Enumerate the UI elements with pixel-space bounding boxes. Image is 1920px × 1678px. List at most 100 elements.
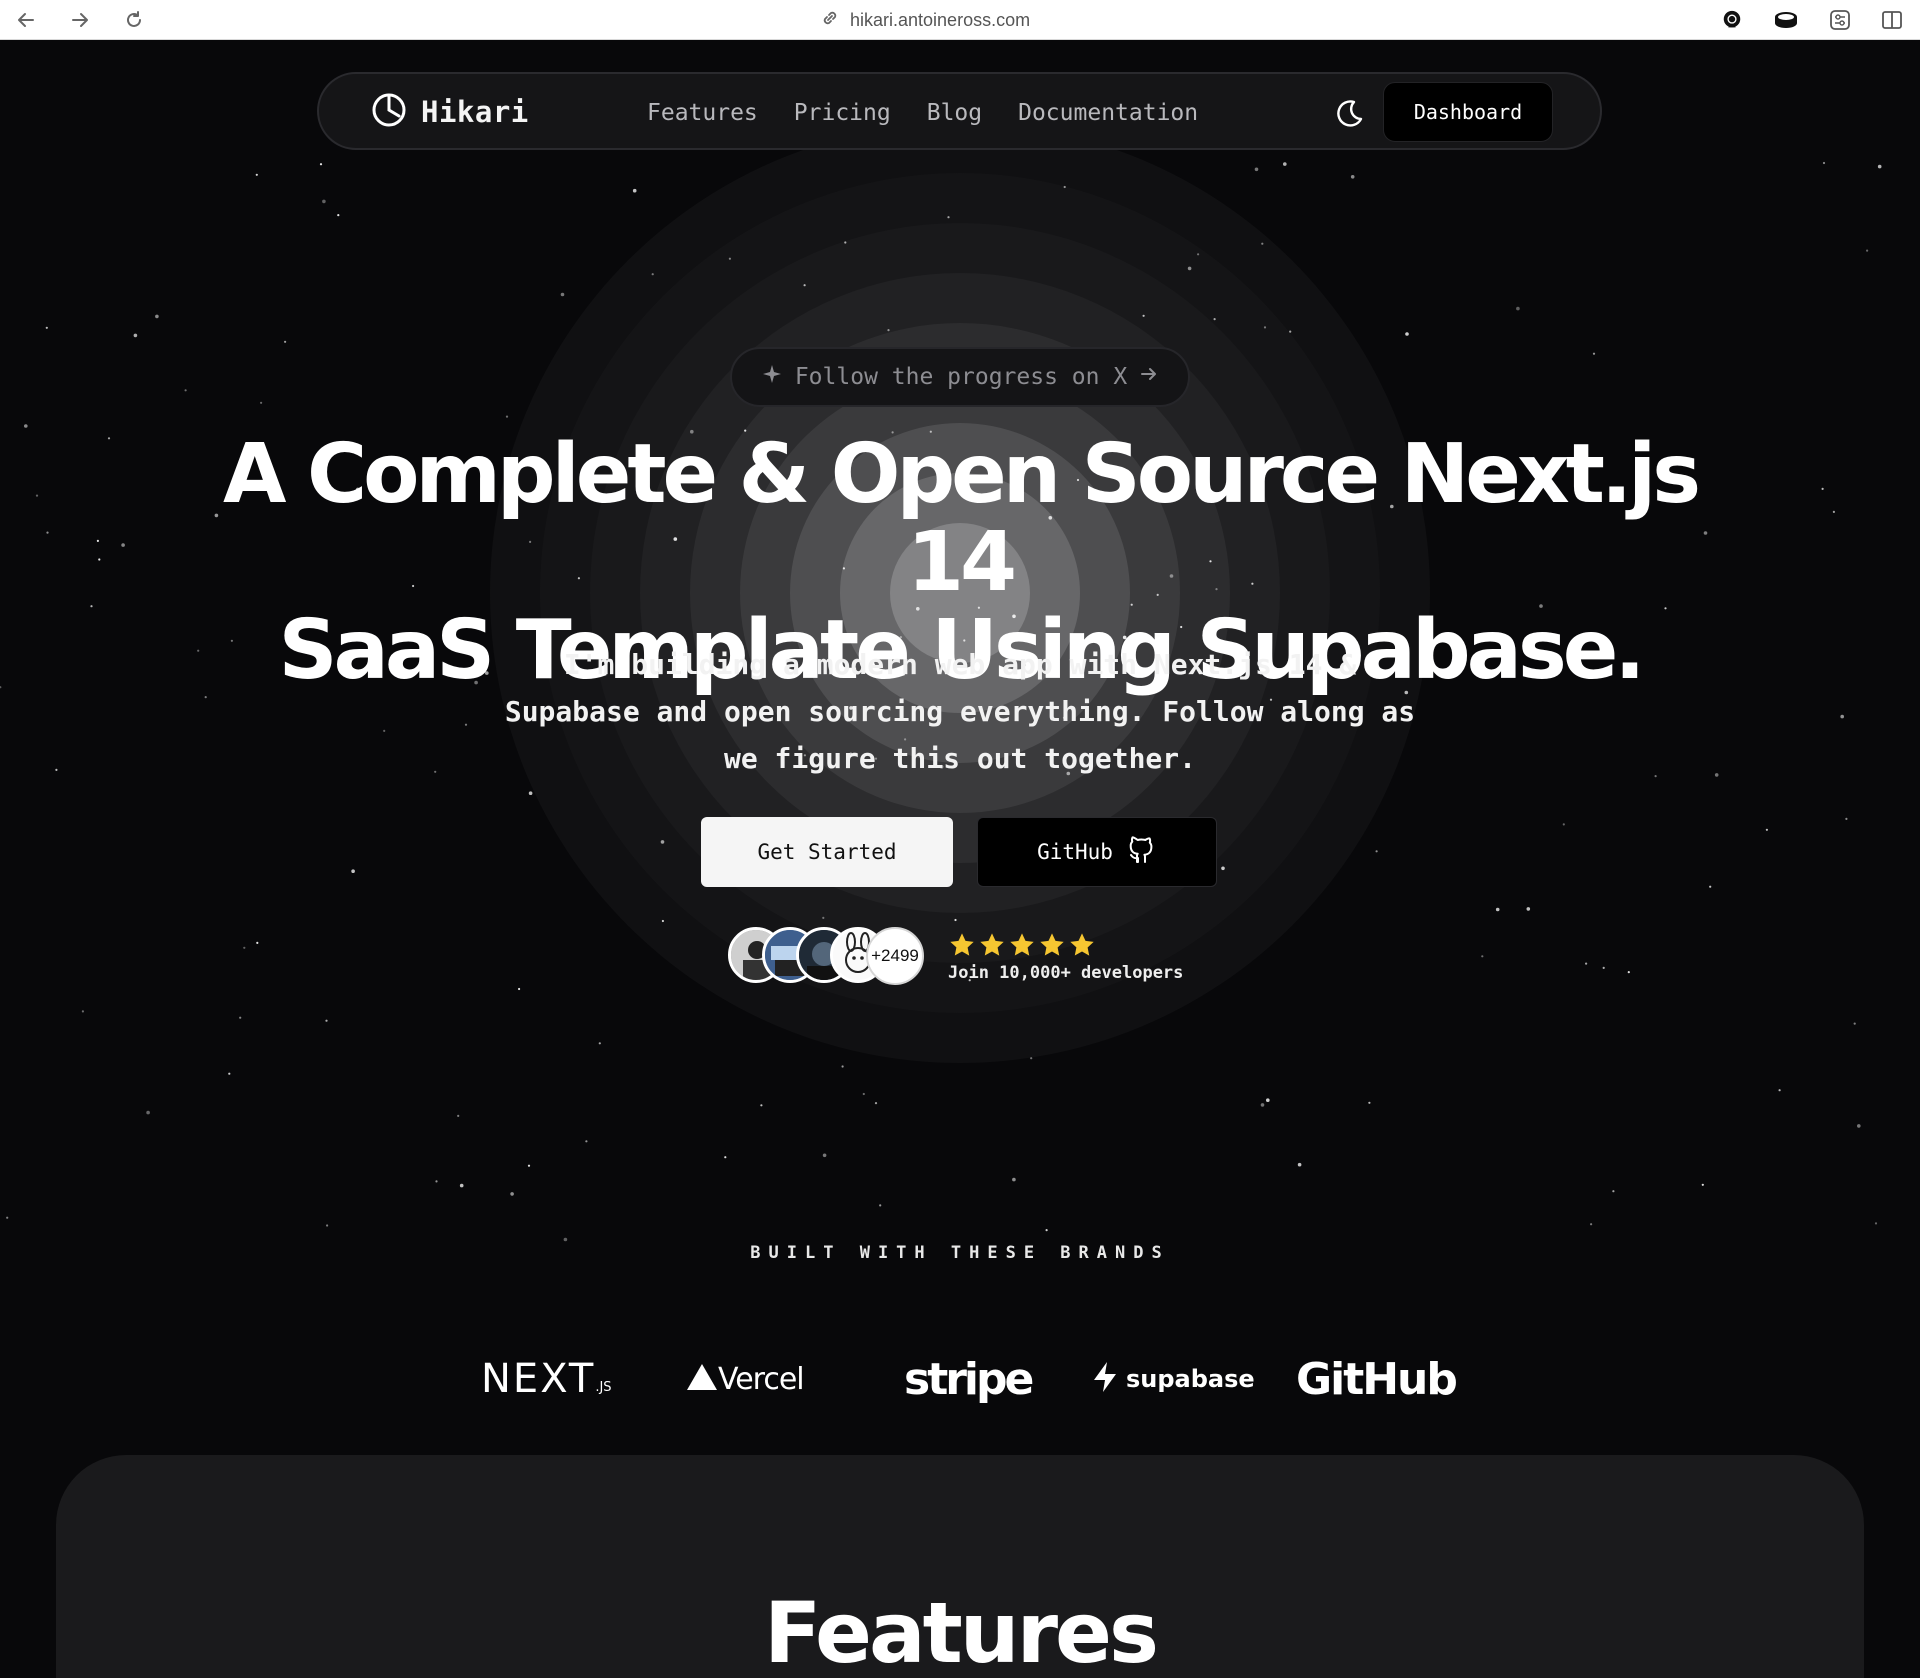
background-star bbox=[284, 340, 287, 343]
background-star bbox=[822, 916, 825, 920]
background-star bbox=[1142, 314, 1145, 317]
background-star bbox=[1297, 1162, 1302, 1167]
background-star bbox=[887, 329, 890, 332]
background-star bbox=[204, 696, 207, 699]
background-star bbox=[1526, 907, 1531, 911]
background-star bbox=[45, 326, 48, 329]
background-star bbox=[435, 1180, 438, 1183]
background-star bbox=[510, 1192, 514, 1196]
background-star bbox=[35, 494, 39, 497]
supabase-wordmark: supabase bbox=[1126, 1365, 1255, 1393]
background-star bbox=[1030, 1057, 1033, 1060]
background-star bbox=[1260, 1103, 1265, 1107]
background-star bbox=[954, 918, 957, 922]
back-icon[interactable] bbox=[10, 4, 42, 36]
forward-icon[interactable] bbox=[64, 4, 96, 36]
settings-extension-icon[interactable] bbox=[1824, 4, 1856, 36]
background-star bbox=[1254, 167, 1259, 172]
background-star bbox=[585, 1140, 588, 1143]
hero-title-line-1: A Complete & Open Source Next.js 14 bbox=[222, 427, 1701, 610]
background-star bbox=[457, 1114, 460, 1117]
developer-avatars: +2499 bbox=[728, 927, 928, 985]
brand-logo-link[interactable]: Hikari bbox=[371, 92, 529, 132]
background-star bbox=[1495, 907, 1500, 912]
background-star bbox=[325, 1019, 328, 1022]
background-star bbox=[1840, 714, 1844, 719]
reload-icon[interactable] bbox=[118, 4, 150, 36]
nextjs-logo: NEXT .JS bbox=[481, 1351, 612, 1407]
background-star bbox=[947, 216, 950, 219]
hero-subtitle-line-2: Supabase and open sourcing everything. F… bbox=[504, 695, 1416, 728]
background-star bbox=[1585, 962, 1588, 965]
background-star bbox=[1012, 1177, 1016, 1182]
background-star bbox=[1845, 817, 1848, 821]
background-star bbox=[528, 791, 533, 795]
background-star bbox=[1375, 850, 1378, 853]
background-star bbox=[1612, 1190, 1615, 1193]
nextjs-wordmark: NEXT bbox=[481, 1356, 596, 1402]
database-extension-icon[interactable] bbox=[1770, 4, 1802, 36]
background-star bbox=[322, 199, 326, 204]
background-star bbox=[133, 333, 138, 338]
background-star bbox=[598, 1042, 601, 1045]
nav-link-documentation[interactable]: Documentation bbox=[1018, 100, 1198, 126]
background-star bbox=[1822, 161, 1826, 165]
background-star bbox=[6, 1216, 9, 1219]
background-star bbox=[1709, 885, 1712, 888]
background-star bbox=[1263, 326, 1267, 329]
background-star bbox=[1289, 330, 1292, 333]
background-star bbox=[243, 946, 246, 949]
dashboard-button[interactable]: Dashboard bbox=[1383, 82, 1553, 142]
background-star bbox=[184, 389, 187, 392]
page: Hikari Features Pricing Blog Documentati… bbox=[0, 41, 1920, 1678]
background-star bbox=[260, 401, 263, 404]
background-star bbox=[1516, 306, 1520, 311]
nav-link-features[interactable]: Features bbox=[647, 100, 758, 126]
nextjs-suffix: .JS bbox=[595, 1379, 612, 1395]
background-star bbox=[803, 284, 806, 287]
sparkle-icon bbox=[761, 363, 783, 391]
nav-link-pricing[interactable]: Pricing bbox=[794, 100, 891, 126]
follow-progress-pill[interactable]: Follow the progress on X bbox=[730, 347, 1190, 407]
rating-block: Join 10,000+ developers bbox=[948, 931, 1208, 991]
star-icon bbox=[1010, 933, 1034, 956]
background-star bbox=[728, 257, 732, 260]
hero-subtitle-line-3: we figure this out together. bbox=[723, 742, 1196, 775]
background-star bbox=[661, 919, 665, 923]
background-star bbox=[228, 1072, 231, 1075]
background-star bbox=[46, 531, 49, 534]
background-star bbox=[1350, 175, 1355, 179]
background-star bbox=[874, 1102, 878, 1105]
address-bar[interactable]: hikari.antoineross.com bbox=[820, 6, 1030, 34]
github-extension-icon[interactable] bbox=[1716, 4, 1748, 36]
background-star bbox=[1821, 487, 1824, 490]
background-star bbox=[319, 163, 323, 166]
vercel-triangle-icon bbox=[686, 1363, 718, 1396]
nav-link-blog[interactable]: Blog bbox=[927, 100, 982, 126]
background-star bbox=[1187, 266, 1192, 271]
background-star bbox=[1778, 1089, 1781, 1092]
background-star bbox=[760, 1104, 763, 1107]
star-icon bbox=[950, 933, 974, 956]
background-star bbox=[1874, 1222, 1878, 1225]
sidebar-toggle-icon[interactable] bbox=[1876, 4, 1908, 36]
theme-toggle-moon-icon[interactable] bbox=[1329, 94, 1369, 134]
background-star bbox=[1714, 773, 1719, 777]
background-star bbox=[1266, 1098, 1270, 1102]
get-started-button[interactable]: Get Started bbox=[701, 817, 953, 887]
background-star bbox=[107, 437, 111, 440]
background-star bbox=[239, 1016, 242, 1019]
background-star bbox=[351, 869, 355, 873]
github-button[interactable]: GitHub bbox=[977, 817, 1217, 887]
github-logo: GitHub bbox=[1296, 1351, 1458, 1407]
background-star bbox=[505, 415, 509, 418]
background-star bbox=[560, 292, 565, 297]
background-star bbox=[1866, 249, 1869, 252]
hero-subtitle-line-1: I'm building a modern web app with Next.… bbox=[563, 648, 1357, 681]
hikari-logo-icon bbox=[371, 92, 407, 133]
features-title: Features bbox=[764, 1584, 1159, 1678]
link-icon bbox=[820, 8, 840, 33]
background-star bbox=[1853, 1022, 1856, 1025]
hero-subtitle: I'm building a modern web app with Next.… bbox=[460, 641, 1460, 782]
background-star bbox=[1562, 823, 1565, 826]
